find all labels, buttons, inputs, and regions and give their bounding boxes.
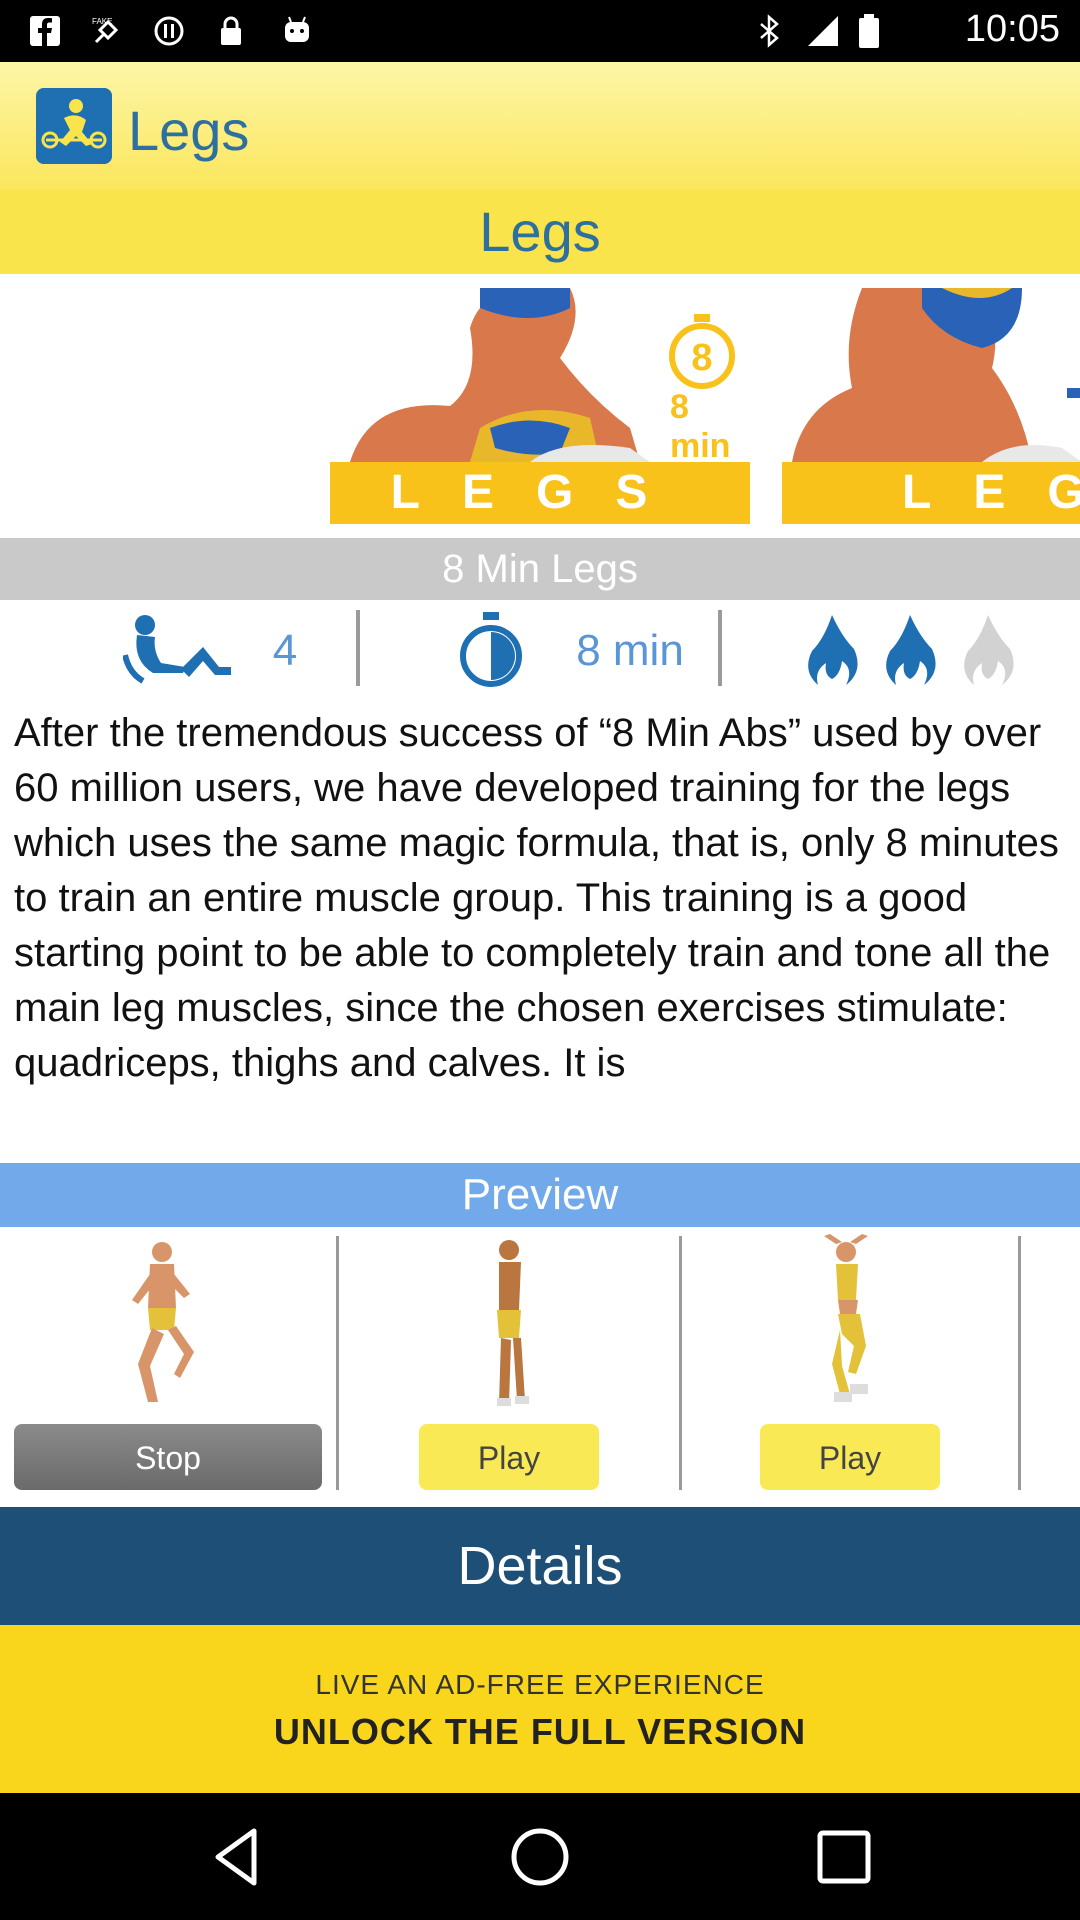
unlock-full-version-banner[interactable]: LIVE AN AD-FREE EXPERIENCE UNLOCK THE FU… (0, 1625, 1080, 1793)
weightlifter-icon[interactable] (36, 88, 112, 164)
back-icon[interactable] (204, 1823, 272, 1891)
details-button[interactable]: Details (0, 1507, 1080, 1625)
difficulty-stat (780, 602, 1040, 700)
workout-carousel[interactable]: 8 8 min LEGS LEGS (0, 274, 1080, 536)
workout-title: 8 Min Legs (442, 547, 638, 591)
exercise-count: 4 (272, 626, 298, 675)
banner-label: LEGS (330, 462, 750, 524)
man-lunge-figure (132, 1242, 194, 1402)
play-button[interactable]: Play (419, 1424, 599, 1490)
preview-item: Play (339, 1234, 679, 1490)
workout-stats: 4 8 min (0, 602, 1080, 700)
section-title-bar: Legs (0, 190, 1080, 274)
stop-button[interactable]: Stop (14, 1424, 322, 1490)
exercise-count-stat: 4 (100, 602, 320, 700)
preview-title: Preview (461, 1170, 619, 1219)
navigation-bar (0, 1793, 1080, 1920)
divider (1018, 1236, 1021, 1490)
lock-icon (221, 16, 241, 45)
app-title: Legs (128, 99, 250, 162)
workout-title-bar: 8 Min Legs (0, 538, 1080, 600)
woman-squat-figure (824, 1234, 868, 1402)
workout-description: After the tremendous success of “8 Min A… (14, 711, 1059, 1085)
status-bar: FAKE 10:05 (0, 0, 1080, 62)
clock: 10:05 (964, 8, 1060, 50)
home-icon[interactable] (506, 1823, 574, 1891)
duration-stat: 8 min (440, 602, 700, 700)
signal-icon (808, 16, 838, 46)
man-standing-figure (497, 1240, 529, 1406)
workout-banner[interactable]: 8 8 min LEGS (330, 288, 750, 524)
banner-label: LEGS (782, 462, 1080, 524)
svg-text:FAKE: FAKE (92, 17, 112, 26)
preview-item: Stop (0, 1234, 336, 1490)
flame-icon (886, 615, 936, 685)
recents-icon[interactable] (810, 1823, 878, 1891)
android-icon (285, 16, 309, 42)
woman-kneeling-illustration (792, 288, 1080, 462)
duration: 8 min (576, 626, 684, 675)
stopwatch-icon (460, 612, 523, 687)
facebook-icon (30, 16, 60, 46)
flame-empty-icon (964, 615, 1014, 685)
ad-line-1: LIVE AN AD-FREE EXPERIENCE (315, 1669, 765, 1700)
details-label: Details (457, 1536, 623, 1596)
divider (356, 610, 360, 686)
situp-icon (122, 615, 231, 684)
sync-icon (154, 16, 184, 46)
preview-item: Play (682, 1234, 1018, 1490)
svg-text:8: 8 (691, 337, 712, 379)
battery-icon (859, 14, 879, 48)
app-bar: Legs (0, 62, 1080, 190)
ad-line-2: UNLOCK THE FULL VERSION (273, 1711, 807, 1752)
bluetooth-icon (760, 14, 779, 48)
workout-banner[interactable]: LEGS (782, 288, 1080, 524)
section-title: Legs (479, 200, 601, 263)
banner-badge: 8 min (670, 388, 731, 465)
preview-header: Preview (0, 1163, 1080, 1227)
play-button[interactable]: Play (760, 1424, 940, 1490)
divider (718, 610, 722, 686)
flame-icon (808, 615, 858, 685)
fake-gps-icon: FAKE (92, 17, 119, 44)
